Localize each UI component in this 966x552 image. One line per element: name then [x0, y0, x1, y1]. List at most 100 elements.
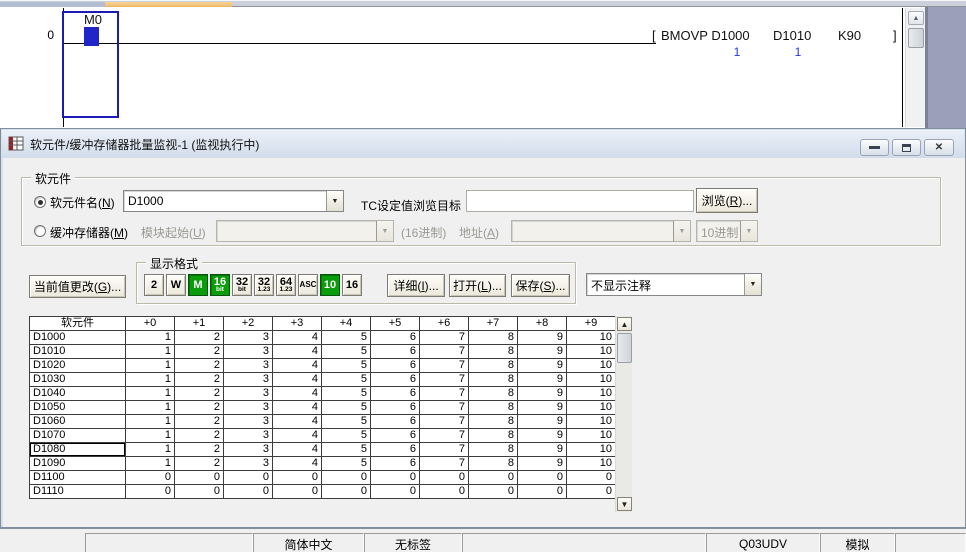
value-cell[interactable]: 6	[371, 331, 420, 345]
value-cell[interactable]: 4	[273, 401, 322, 415]
device-cell[interactable]: D1050	[30, 401, 126, 415]
device-cell[interactable]: D1100	[30, 471, 126, 485]
value-cell[interactable]: 1	[126, 359, 175, 373]
value-cell[interactable]: 8	[469, 457, 518, 471]
value-cell[interactable]: 2	[175, 415, 224, 429]
value-cell[interactable]: 10	[567, 331, 616, 345]
offset-column-header[interactable]: +3	[273, 317, 322, 331]
value-cell[interactable]: 1	[126, 387, 175, 401]
minimize-button[interactable]	[860, 139, 889, 156]
device-name-combobox[interactable]: D1000 ▼	[123, 190, 344, 212]
value-cell[interactable]: 5	[322, 331, 371, 345]
scroll-up-icon[interactable]: ▲	[908, 11, 924, 25]
value-cell[interactable]: 0	[224, 485, 273, 499]
value-cell[interactable]: 1	[126, 331, 175, 345]
value-cell[interactable]: 8	[469, 359, 518, 373]
value-cell[interactable]: 0	[322, 471, 371, 485]
value-cell[interactable]: 0	[567, 485, 616, 499]
format-button-hex[interactable]: 16	[342, 274, 362, 296]
value-cell[interactable]: 7	[420, 387, 469, 401]
value-cell[interactable]: 0	[469, 471, 518, 485]
value-cell[interactable]: 2	[175, 359, 224, 373]
value-cell[interactable]: 10	[567, 401, 616, 415]
value-cell[interactable]: 1	[126, 457, 175, 471]
offset-column-header[interactable]: +0	[126, 317, 175, 331]
buffer-memory-radio-label[interactable]: 缓冲存储器(M)	[50, 224, 128, 241]
value-cell[interactable]: 2	[175, 331, 224, 345]
value-cell[interactable]: 10	[567, 387, 616, 401]
value-cell[interactable]: 6	[371, 345, 420, 359]
value-cell[interactable]: 7	[420, 373, 469, 387]
value-cell[interactable]: 4	[273, 457, 322, 471]
value-cell[interactable]: 0	[371, 485, 420, 499]
value-cell[interactable]: 10	[567, 345, 616, 359]
value-cell[interactable]: 0	[371, 471, 420, 485]
device-cell[interactable]: D1090	[30, 457, 126, 471]
value-cell[interactable]: 6	[371, 443, 420, 457]
value-cell[interactable]: 2	[175, 443, 224, 457]
value-cell[interactable]: 1	[126, 443, 175, 457]
monitor-title-bar[interactable]: 软元件/缓冲存储器批量监视-1 (监视执行中) ✕	[2, 130, 964, 158]
value-cell[interactable]: 7	[420, 401, 469, 415]
value-cell[interactable]: 2	[175, 345, 224, 359]
close-button[interactable]: ✕	[924, 139, 954, 156]
value-cell[interactable]: 9	[518, 359, 567, 373]
device-cell[interactable]: D1000	[30, 331, 126, 345]
value-cell[interactable]: 6	[371, 429, 420, 443]
device-cell[interactable]: D1020	[30, 359, 126, 373]
device-name-radio-label[interactable]: 软元件名(N)	[50, 194, 115, 211]
value-cell[interactable]: 4	[273, 443, 322, 457]
value-cell[interactable]: 0	[273, 471, 322, 485]
value-cell[interactable]: 2	[175, 401, 224, 415]
format-button-32float[interactable]: 321.23	[254, 274, 274, 296]
value-cell[interactable]: 7	[420, 331, 469, 345]
value-cell[interactable]: 6	[371, 373, 420, 387]
device-cell[interactable]: D1010	[30, 345, 126, 359]
value-cell[interactable]: 5	[322, 443, 371, 457]
scrollbar-thumb[interactable]	[617, 333, 632, 363]
value-cell[interactable]: 0	[126, 485, 175, 499]
chevron-down-icon[interactable]: ▼	[326, 191, 343, 211]
device-column-header[interactable]: 软元件	[30, 317, 126, 331]
value-cell[interactable]: 3	[224, 359, 273, 373]
value-cell[interactable]: 0	[420, 485, 469, 499]
device-cell[interactable]: D1080	[30, 443, 126, 457]
device-cell[interactable]: D1070	[30, 429, 126, 443]
value-cell[interactable]: 3	[224, 387, 273, 401]
format-button-multipoint[interactable]: M	[188, 274, 208, 296]
device-cell[interactable]: D1030	[30, 373, 126, 387]
value-cell[interactable]: 5	[322, 429, 371, 443]
detail-button[interactable]: 详细(I)...	[387, 274, 445, 297]
value-cell[interactable]: 9	[518, 387, 567, 401]
format-button-word[interactable]: W	[166, 274, 186, 296]
buffer-memory-radio[interactable]	[34, 225, 46, 237]
device-cell[interactable]: D1040	[30, 387, 126, 401]
value-cell[interactable]: 1	[126, 345, 175, 359]
value-cell[interactable]: 5	[322, 457, 371, 471]
format-button-16bit[interactable]: 16bit	[210, 274, 230, 296]
chevron-down-icon[interactable]: ▼	[744, 274, 761, 295]
offset-column-header[interactable]: +6	[420, 317, 469, 331]
value-cell[interactable]: 9	[518, 457, 567, 471]
format-button-decimal[interactable]: 10	[320, 274, 340, 296]
value-cell[interactable]: 5	[322, 415, 371, 429]
value-cell[interactable]: 4	[273, 429, 322, 443]
value-cell[interactable]: 3	[224, 429, 273, 443]
value-cell[interactable]: 10	[567, 359, 616, 373]
value-cell[interactable]: 3	[224, 331, 273, 345]
value-cell[interactable]: 8	[469, 331, 518, 345]
device-cell[interactable]: D1110	[30, 485, 126, 499]
value-cell[interactable]: 8	[469, 429, 518, 443]
instruction-operand3[interactable]: K90	[838, 28, 861, 43]
value-cell[interactable]: 1	[126, 429, 175, 443]
value-cell[interactable]: 0	[175, 485, 224, 499]
scroll-up-icon[interactable]: ▲	[617, 317, 632, 331]
value-cell[interactable]: 7	[420, 415, 469, 429]
value-cell[interactable]: 0	[273, 485, 322, 499]
value-cell[interactable]: 2	[175, 373, 224, 387]
value-cell[interactable]: 4	[273, 387, 322, 401]
value-cell[interactable]: 0	[567, 471, 616, 485]
value-cell[interactable]: 1	[126, 415, 175, 429]
value-cell[interactable]: 3	[224, 401, 273, 415]
comment-display-combobox[interactable]: 不显示注释 ▼	[586, 273, 762, 296]
